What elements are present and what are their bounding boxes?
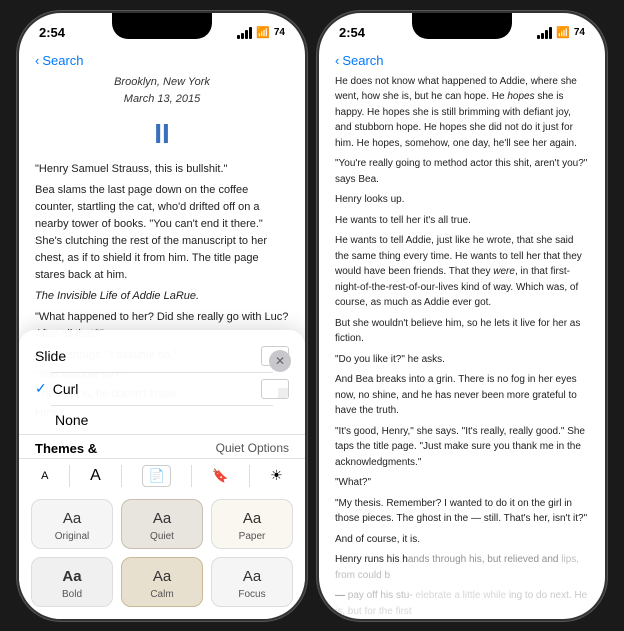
reading-options-panel: ✕ Slide ✓ Curl	[19, 330, 305, 619]
theme-cards-grid: Aa Original Aa Quiet Aa Paper Aa Bold	[19, 493, 305, 619]
font-controls: A A 📄 🔖 ☀	[19, 458, 305, 493]
font-selector-button[interactable]: 📄	[142, 465, 170, 487]
right-phone: 2:54 📶 74 ‹ Search He does n	[317, 11, 607, 621]
none-label: None	[35, 412, 289, 428]
status-bar-left: 2:54 📶 74	[19, 13, 305, 49]
book-italic: The Invisible Life of Addie LaRue.	[35, 288, 289, 305]
left-content-area: ‹ Search Brooklyn, New YorkMarch 13, 201…	[19, 49, 305, 619]
status-bar-right: 2:54 📶 74	[319, 13, 605, 49]
signal-icon-right	[537, 27, 552, 39]
right-content-area: ‹ Search He does not know what happened …	[319, 49, 605, 621]
page-turn-options: Slide ✓ Curl None	[19, 340, 305, 434]
brightness-icon[interactable]: ☀	[270, 467, 283, 484]
status-icons-left: 📶 74	[237, 26, 285, 39]
theme-quiet[interactable]: Aa Quiet	[121, 499, 203, 549]
wifi-icon-right: 📶	[556, 26, 570, 39]
wifi-icon: 📶	[256, 26, 270, 39]
theme-original-label: Original	[55, 531, 89, 542]
curl-icon	[261, 379, 289, 399]
time-right: 2:54	[339, 25, 365, 40]
signal-icon	[237, 27, 252, 39]
theme-paper[interactable]: Aa Paper	[211, 499, 293, 549]
close-button[interactable]: ✕	[269, 350, 291, 372]
theme-calm-label: Calm	[150, 589, 173, 600]
slide-option[interactable]: Slide	[35, 340, 289, 372]
book-para-1: "Henry Samuel Strauss, this is bullshit.…	[35, 161, 289, 178]
quiet-options-label: Quiet Options	[216, 441, 289, 456]
themes-label: Themes &	[35, 441, 97, 456]
theme-bold[interactable]: Aa Bold	[31, 557, 113, 607]
battery-right: 74	[574, 27, 585, 38]
bookmark-icon[interactable]: 🔖	[212, 468, 228, 484]
theme-focus-aa: Aa	[243, 568, 261, 585]
theme-focus-label: Focus	[238, 589, 265, 600]
back-button-right[interactable]: ‹ Search	[335, 53, 384, 68]
book-text-right: He does not know what happened to Addie,…	[319, 74, 605, 621]
theme-quiet-aa: Aa	[153, 510, 171, 527]
nav-bar-right: ‹ Search	[319, 49, 605, 74]
theme-original[interactable]: Aa Original	[31, 499, 113, 549]
chevron-left-icon-right: ‹	[335, 53, 339, 68]
theme-bold-label: Bold	[62, 589, 82, 600]
book-location: Brooklyn, New YorkMarch 13, 2015	[35, 74, 289, 108]
theme-paper-label: Paper	[239, 531, 266, 542]
large-a-button[interactable]: A	[90, 467, 101, 485]
small-a-button[interactable]: A	[41, 470, 48, 482]
book-chapter: II	[35, 112, 289, 155]
none-option[interactable]: None	[35, 406, 289, 434]
chevron-left-icon: ‹	[35, 53, 39, 68]
theme-calm-aa: Aa	[153, 568, 171, 585]
battery-left: 74	[274, 27, 285, 38]
slide-label: Slide	[35, 348, 261, 364]
theme-quiet-label: Quiet	[150, 531, 174, 542]
check-icon: ✓	[35, 380, 47, 397]
theme-paper-aa: Aa	[243, 510, 261, 527]
theme-bold-aa: Aa	[62, 568, 81, 585]
curl-option[interactable]: ✓ Curl	[35, 373, 289, 405]
time-left: 2:54	[39, 25, 65, 40]
theme-focus[interactable]: Aa Focus	[211, 557, 293, 607]
theme-calm[interactable]: Aa Calm	[121, 557, 203, 607]
left-phone: 2:54 📶 74 ‹ Search Brooklyn,	[17, 11, 307, 621]
nav-bar-left: ‹ Search	[19, 49, 305, 74]
theme-original-aa: Aa	[63, 510, 81, 527]
status-icons-right: 📶 74	[537, 26, 585, 39]
curl-label: Curl	[53, 381, 261, 397]
back-button-left[interactable]: ‹ Search	[35, 53, 84, 68]
book-para-2: Bea slams the last page down on the coff…	[35, 182, 289, 284]
